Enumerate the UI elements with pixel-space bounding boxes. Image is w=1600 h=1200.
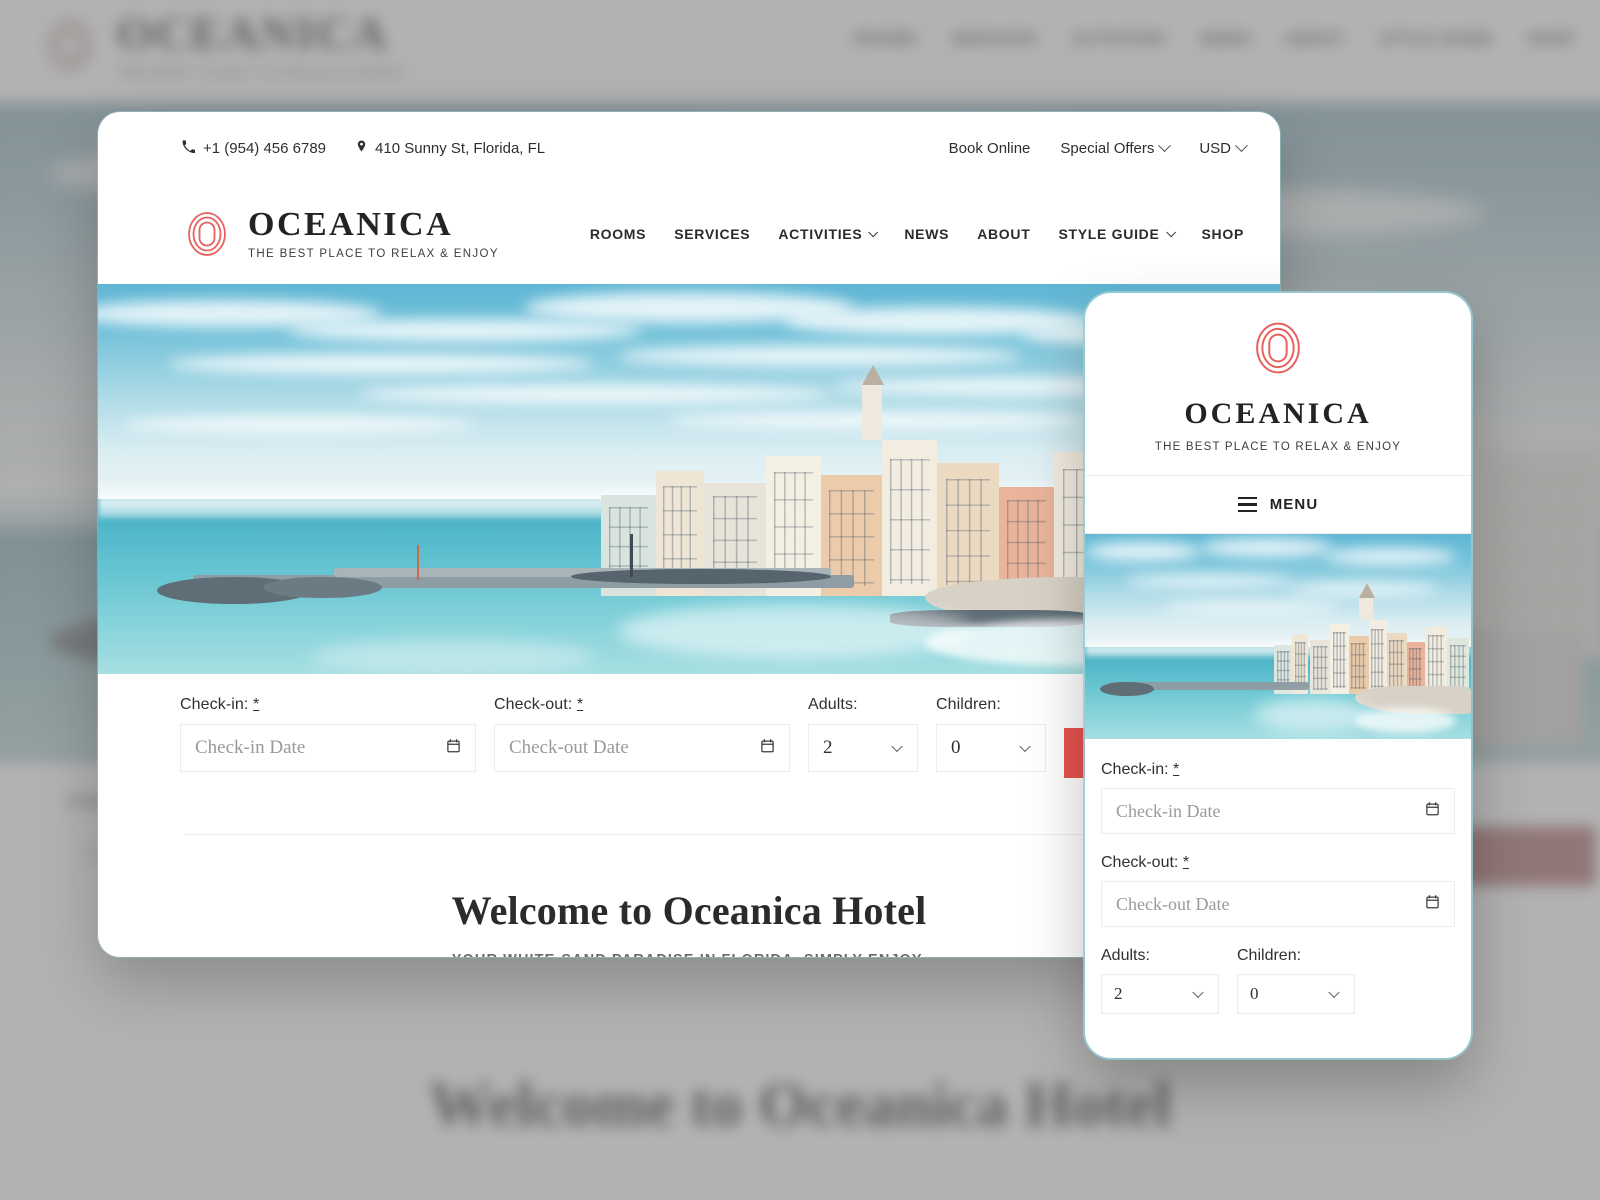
mobile-checkout-label-text: Check-out: (1101, 854, 1179, 871)
nav-label: STYLE GUIDE (1058, 226, 1160, 242)
mobile-adults-group: Adults: 2 (1101, 947, 1219, 1014)
main-navigation: ROOMS SERVICES ACTIVITIES NEWS ABOUT STY… (590, 226, 1244, 242)
adults-value: 2 (823, 737, 833, 758)
mobile-adults-select[interactable]: 2 (1101, 974, 1219, 1014)
mobile-checkin-label-text: Check-in: (1101, 761, 1169, 778)
nav-label: ABOUT (977, 226, 1031, 242)
checkin-group: Check-in: * Check-in Date (180, 696, 476, 772)
mobile-hero-image (1085, 534, 1471, 739)
mobile-checkout-label: Check-out: * (1101, 854, 1455, 872)
chevron-down-icon (1019, 740, 1031, 753)
hamburger-icon (1237, 496, 1257, 513)
phone-icon (182, 139, 196, 157)
address-text: 410 Sunny St, Florida, FL (375, 139, 546, 157)
address-contact[interactable]: 410 Sunny St, Florida, FL (356, 139, 545, 157)
mobile-adults-label: Adults: (1101, 947, 1150, 964)
nav-label: ACTIVITIES (778, 226, 863, 242)
checkin-label: Check-in: * (180, 696, 476, 714)
mobile-mockup-card: OCEANICA THE BEST PLACE TO RELAX & ENJOY… (1085, 293, 1471, 1058)
nav-label: SERVICES (674, 226, 751, 242)
adults-group: Adults: 2 (808, 696, 918, 772)
mobile-checkout-placeholder: Check-out Date (1116, 893, 1230, 914)
children-select[interactable]: 0 (936, 724, 1046, 772)
welcome-title: Welcome to Oceanica Hotel (451, 888, 927, 933)
mobile-checkin-label: Check-in: * (1101, 761, 1455, 779)
brand-name: OCEANICA (248, 205, 454, 243)
chevron-down-icon (1328, 986, 1340, 999)
phone-number: +1 (954) 456 6789 (203, 139, 327, 157)
welcome-section: Welcome to Oceanica Hotel YOUR WHITE-SAN… (184, 834, 1194, 957)
checkin-label-text: Check-in: (180, 696, 249, 713)
mobile-children-group: Children: 0 (1237, 947, 1355, 1014)
currency-dropdown[interactable]: USD (1199, 138, 1248, 157)
children-group: Children: 0 (936, 696, 1046, 772)
nav-item-rooms[interactable]: ROOMS (590, 226, 646, 242)
nav-label: SHOP (1201, 226, 1244, 242)
required-marker: * (1182, 854, 1190, 871)
mobile-booking-form: Check-in: * Check-in Date Check-out: * C… (1085, 739, 1471, 1014)
nav-item-about[interactable]: ABOUT (977, 226, 1030, 242)
brand-logo-block[interactable]: OCEANICA THE BEST PLACE TO RELAX & ENJOY (182, 205, 499, 261)
required-marker: * (1173, 761, 1180, 778)
checkout-group: Check-out: * Check-out Date (494, 696, 790, 772)
mobile-adults-value: 2 (1114, 984, 1123, 1003)
mobile-menu-button[interactable]: MENU (1085, 476, 1471, 534)
chevron-down-icon (868, 226, 879, 237)
utility-topbar: +1 (954) 456 6789 410 Sunny St, Florida,… (98, 112, 1280, 184)
calendar-icon[interactable] (760, 738, 775, 759)
nav-item-news[interactable]: NEWS (904, 226, 949, 242)
booking-form: Check-in: * Check-in Date Check-out: * C… (144, 674, 1234, 814)
mobile-menu-label: MENU (1269, 496, 1319, 513)
mobile-checkin-placeholder: Check-in Date (1116, 800, 1221, 821)
checkin-input[interactable]: Check-in Date (180, 724, 476, 772)
required-marker: * (253, 696, 260, 713)
required-marker: * (576, 696, 584, 713)
checkout-label: Check-out: * (494, 696, 790, 714)
mobile-brand-tagline: THE BEST PLACE TO RELAX & ENJOY (1154, 441, 1402, 453)
mobile-header: OCEANICA THE BEST PLACE TO RELAX & ENJOY (1085, 293, 1471, 476)
nav-item-services[interactable]: SERVICES (674, 226, 750, 242)
calendar-icon[interactable] (446, 738, 461, 759)
phone-contact[interactable]: +1 (954) 456 6789 (182, 140, 326, 157)
chevron-down-icon (891, 740, 903, 753)
checkout-label-text: Check-out: (494, 696, 573, 713)
chevron-down-icon (1158, 138, 1172, 152)
special-offers-dropdown[interactable]: Special Offers (1060, 138, 1172, 157)
currency-label: USD (1199, 139, 1231, 157)
map-pin-icon (356, 139, 367, 157)
mobile-checkin-input[interactable]: Check-in Date (1101, 788, 1455, 834)
chevron-down-icon (1192, 986, 1204, 999)
special-offers-label: Special Offers (1060, 139, 1155, 157)
adults-label: Adults: (808, 696, 858, 713)
mobile-children-select[interactable]: 0 (1237, 974, 1355, 1014)
welcome-subtitle: YOUR WHITE-SAND PARADISE IN FLORIDA. SIM… (184, 952, 1194, 957)
chevron-down-icon (1235, 138, 1248, 152)
nav-item-shop[interactable]: SHOP (1202, 226, 1244, 242)
children-value: 0 (951, 737, 961, 758)
children-label: Children: (936, 696, 1001, 713)
adults-select[interactable]: 2 (808, 724, 918, 772)
mobile-children-label: Children: (1237, 947, 1302, 964)
mobile-children-value: 0 (1250, 984, 1259, 1003)
main-header-bar: OCEANICA THE BEST PLACE TO RELAX & ENJOY… (98, 184, 1280, 284)
mobile-checkout-input[interactable]: Check-out Date (1101, 881, 1455, 927)
checkout-input[interactable]: Check-out Date (494, 724, 790, 772)
checkout-placeholder: Check-out Date (509, 737, 629, 758)
checkin-placeholder: Check-in Date (195, 737, 306, 758)
nav-label: NEWS (904, 226, 950, 242)
calendar-icon[interactable] (1425, 801, 1440, 822)
book-online-link[interactable]: Book Online (949, 140, 1031, 157)
nav-item-style-guide[interactable]: STYLE GUIDE (1058, 226, 1176, 242)
oceanica-logo-icon (1249, 319, 1307, 377)
nav-label: ROOMS (589, 226, 647, 242)
mobile-brand-name: OCEANICA (1184, 397, 1372, 430)
nav-item-activities[interactable]: ACTIVITIES (778, 226, 879, 242)
brand-tagline: THE BEST PLACE TO RELAX & ENJOY (248, 247, 499, 260)
calendar-icon[interactable] (1425, 894, 1440, 915)
chevron-down-icon (1165, 226, 1176, 237)
oceanica-logo-icon (182, 209, 232, 259)
